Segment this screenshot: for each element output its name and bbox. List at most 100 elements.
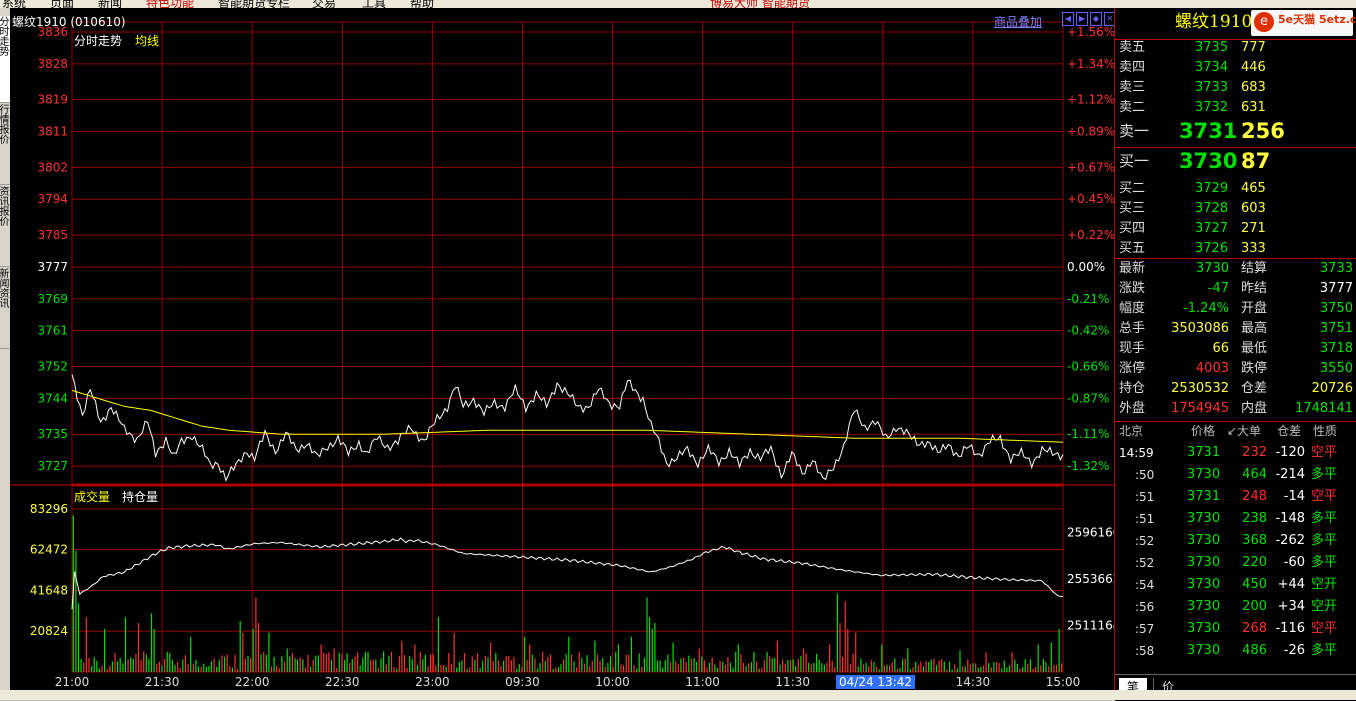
price-pane-frame	[71, 21, 1064, 485]
tick-price: 3730	[1187, 555, 1221, 570]
logo-text: 5e天猫 5etz.com	[1278, 13, 1356, 26]
bid-label: 买五	[1119, 241, 1146, 256]
tick-oi-diff: -148	[1275, 511, 1305, 526]
left-tab-news[interactable]: 新闻资讯	[0, 268, 10, 349]
stat-label: 昨结	[1241, 281, 1268, 296]
bid-label: 买一	[1119, 152, 1150, 170]
bid-price: 3726	[1195, 241, 1229, 256]
stat-label: 内盘	[1241, 401, 1268, 416]
price-tick-label: 3727	[37, 459, 68, 473]
stat-value: 3718	[1319, 341, 1353, 356]
stat-value: 3751	[1319, 321, 1353, 336]
left-tab-intraday[interactable]: 分时走势	[0, 16, 10, 103]
bid-qty: 333	[1241, 241, 1266, 256]
bid-qty: 465	[1241, 181, 1266, 196]
ask-qty: 446	[1241, 60, 1266, 75]
tick-volume: 232	[1242, 445, 1267, 460]
tick-volume: 268	[1242, 621, 1267, 636]
tick-nature: 空开	[1311, 577, 1338, 592]
pct-tick-label: -1.11%	[1067, 427, 1109, 441]
time-tick-label: 11:00	[685, 675, 720, 689]
bid-qty: 271	[1241, 221, 1266, 236]
tick-header-nature: 性质	[1313, 424, 1338, 438]
pct-tick-label: +1.56%	[1067, 25, 1114, 39]
stat-label: 总手	[1119, 321, 1146, 336]
tick-price: 3730	[1187, 621, 1221, 636]
stat-label: 最低	[1241, 341, 1268, 356]
bid-label: 买四	[1119, 221, 1146, 236]
ask-price: 3731	[1179, 119, 1238, 143]
pct-tick-label: +0.67%	[1067, 160, 1114, 174]
stat-value: 2530532	[1171, 381, 1229, 396]
stat-value: 3733	[1319, 261, 1353, 276]
oi-tick-label: 2511164	[1067, 619, 1114, 633]
chart-symbol-title: 螺纹1910 (010610)	[12, 15, 126, 29]
volume-tick-label: 62472	[30, 543, 68, 557]
stat-value: 3503086	[1171, 321, 1229, 336]
time-tick-label: 15:00	[1046, 675, 1081, 689]
tick-price: 3730	[1187, 599, 1221, 614]
zoom-icon[interactable]: ◆	[1090, 12, 1102, 26]
tick-price: 3730	[1187, 643, 1221, 658]
pct-tick-label: 0.00%	[1067, 260, 1105, 274]
price-tick-label: 3811	[37, 125, 68, 139]
time-tick-label: 22:00	[235, 675, 270, 689]
tick-oi-diff: +34	[1277, 599, 1305, 614]
ask-qty: 256	[1241, 119, 1285, 143]
time-tick-label: 21:00	[55, 675, 90, 689]
tick-nature: 空开	[1311, 599, 1338, 614]
tick-oi-diff: -60	[1283, 555, 1305, 570]
stat-value: 66	[1212, 341, 1229, 356]
tick-price: 3730	[1187, 577, 1221, 592]
scroll-left-icon[interactable]: ◀	[1062, 12, 1074, 26]
stat-label: 涨停	[1119, 361, 1146, 376]
left-tab-info-quotes[interactable]: 资讯报价	[0, 186, 10, 267]
price-tick-label: 3819	[37, 93, 68, 107]
tick-time: :51	[1135, 490, 1155, 504]
overlay-symbol-link[interactable]: 商品叠加	[994, 13, 1042, 30]
oi-tick-label: 2596160	[1067, 526, 1114, 540]
intraday-chart-svg[interactable]: 3836 +1.56%3828 +1.34%3819 +1.12%3811 +0.89%…	[10, 8, 1114, 700]
bid-price: 3727	[1195, 221, 1229, 236]
pct-tick-label: -0.87%	[1067, 391, 1109, 405]
time-tick-label: 09:30	[505, 675, 540, 689]
tick-header-size: ↙大单	[1227, 424, 1262, 438]
price-tick-label: 3761	[37, 324, 68, 338]
price-tick-label: 3777	[37, 260, 68, 274]
stat-value: 1748141	[1295, 401, 1353, 416]
tick-time: :56	[1135, 600, 1155, 614]
stat-value: 3730	[1195, 261, 1229, 276]
tick-header-price: 价格	[1191, 424, 1216, 438]
price-tick-label: 3828	[37, 57, 68, 71]
tick-price: 3730	[1187, 467, 1221, 482]
price-tick-label: 3769	[37, 292, 68, 306]
stat-value: 3750	[1319, 301, 1353, 316]
left-tab-quotes[interactable]: 行情报价	[0, 104, 10, 185]
pct-tick-label: +1.34%	[1067, 57, 1114, 71]
stat-value: 20726	[1311, 381, 1353, 396]
tick-oi-diff: +44	[1277, 577, 1305, 592]
stat-label: 仓差	[1241, 381, 1268, 396]
ask-qty: 683	[1241, 80, 1266, 95]
tick-oi-diff: -26	[1283, 643, 1305, 658]
tick-oi-diff: -214	[1275, 467, 1305, 482]
ask-qty: 631	[1241, 100, 1266, 115]
cursor-time-label: 04/24 13:42	[836, 675, 915, 689]
chart-nav-buttons: ◀ ▶ ◆ ✕	[1062, 12, 1116, 26]
price-tick-label: 3794	[37, 192, 68, 206]
tick-time: :50	[1135, 468, 1155, 482]
tick-volume: 368	[1242, 533, 1267, 548]
tick-time: :51	[1135, 512, 1155, 526]
scroll-right-icon[interactable]: ▶	[1076, 12, 1088, 26]
status-bar	[0, 690, 1356, 700]
tick-time: :52	[1135, 534, 1155, 548]
volume-legend: 成交量	[74, 490, 111, 504]
tick-nature: 多平	[1311, 555, 1338, 570]
chart-panel: 3836 +1.56% 3828 +1.34% 3819 +1.12% 3811 +0.89%…	[10, 8, 1116, 700]
price-tick-label: 3802	[37, 160, 68, 174]
tick-time: :52	[1135, 556, 1155, 570]
ask-label: 卖三	[1119, 80, 1146, 95]
ask-label: 卖四	[1119, 60, 1146, 75]
time-tick-label: 21:30	[145, 675, 180, 689]
volume-tick-label: 83296	[30, 502, 68, 516]
